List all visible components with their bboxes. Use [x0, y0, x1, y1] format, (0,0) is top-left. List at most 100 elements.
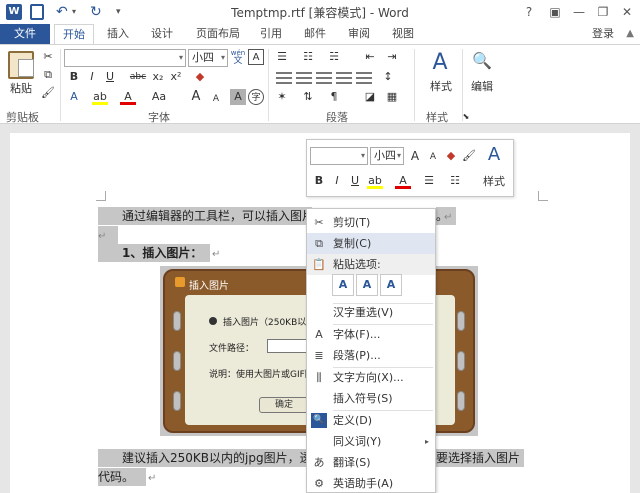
mini-grow-font-icon[interactable]: A: [407, 148, 423, 164]
find-icon[interactable]: 🔍: [470, 53, 494, 75]
collapse-ribbon-icon[interactable]: ▲: [626, 24, 634, 44]
bullets-icon[interactable]: ☰: [274, 49, 290, 65]
paste-icon[interactable]: [8, 51, 34, 79]
grow-font-button[interactable]: A: [188, 89, 204, 105]
change-case-button[interactable]: Aa: [148, 89, 170, 105]
mini-bullets-icon[interactable]: ☰: [421, 173, 437, 189]
para-mark: ↵: [444, 212, 453, 223]
mini-underline-button[interactable]: U: [347, 173, 363, 189]
doc-empty-line[interactable]: ↵: [98, 226, 118, 244]
char-border-icon[interactable]: A: [248, 49, 264, 65]
cut-icon[interactable]: ✂: [40, 49, 56, 65]
mini-bold-button[interactable]: B: [311, 173, 327, 189]
mini-font-size-combo[interactable]: 小四 ▾: [370, 147, 404, 165]
editing-button[interactable]: 编辑: [466, 79, 498, 95]
align-center-icon[interactable]: [296, 72, 312, 84]
tab-page-layout[interactable]: 页面布局: [190, 24, 246, 44]
borders-icon[interactable]: ▦: [384, 89, 400, 105]
shading-icon[interactable]: ◪: [362, 89, 378, 105]
mini-numbering-icon[interactable]: ☷: [447, 173, 463, 189]
paste-keep-source-icon[interactable]: A: [332, 274, 354, 296]
styles-icon[interactable]: A: [428, 51, 452, 75]
text-effects-icon[interactable]: A: [66, 89, 82, 105]
chinese-layout-icon[interactable]: ✶: [274, 89, 290, 105]
menu-item-translate[interactable]: あ 翻译(S): [307, 452, 435, 473]
copy-icon[interactable]: ⧉: [40, 67, 56, 83]
menu-item-define[interactable]: 🔍 定义(D): [307, 410, 435, 431]
login-link[interactable]: 登录: [592, 24, 614, 44]
superscript-button[interactable]: x²: [168, 69, 184, 85]
mini-font-color-icon[interactable]: A: [395, 173, 411, 189]
restore-button[interactable]: ❐: [592, 3, 614, 21]
menu-item-font[interactable]: A 字体(F)...: [307, 324, 435, 345]
underline-button[interactable]: U: [102, 69, 118, 85]
minimize-button[interactable]: —: [568, 3, 590, 21]
decrease-indent-icon[interactable]: ⇤: [362, 49, 378, 65]
tab-view[interactable]: 视图: [386, 24, 420, 44]
doc-heading[interactable]: 1、插入图片：: [98, 244, 210, 262]
doc-line-3-tail[interactable]: 要选择插入图片: [436, 449, 524, 467]
paste-button[interactable]: 粘贴: [6, 81, 36, 97]
tab-file[interactable]: 文件: [0, 24, 50, 44]
bold-button[interactable]: B: [66, 69, 82, 85]
mini-font-name-combo[interactable]: ▾: [310, 147, 368, 165]
subscript-button[interactable]: x₂: [150, 69, 166, 85]
shrink-font-button[interactable]: A: [208, 91, 224, 107]
menu-item-insert-symbol[interactable]: 插入符号(S): [307, 388, 435, 409]
font-size-combo[interactable]: 小四 ▾: [188, 49, 228, 67]
tab-home[interactable]: 开始: [54, 24, 94, 44]
italic-button[interactable]: I: [84, 69, 100, 85]
increase-indent-icon[interactable]: ⇥: [384, 49, 400, 65]
ribbon-display-options-icon[interactable]: ▣: [544, 3, 566, 21]
phonetic-guide-icon[interactable]: wén 文: [230, 49, 246, 66]
font-name-combo[interactable]: ▾: [64, 49, 186, 67]
clear-formatting-icon[interactable]: ◆: [192, 69, 208, 85]
numbering-icon[interactable]: ☷: [300, 49, 316, 65]
close-button[interactable]: ✕: [616, 3, 638, 21]
menu-item-text-direction[interactable]: ⫼ 文字方向(X)...: [307, 367, 435, 388]
char-shading-icon[interactable]: A: [230, 89, 246, 105]
line-spacing-icon[interactable]: ↕: [380, 69, 396, 85]
group-separator: [60, 49, 61, 121]
mini-format-painter-icon[interactable]: 🖌: [461, 148, 477, 164]
strikethrough-button[interactable]: abc: [128, 69, 148, 85]
mini-highlight-icon[interactable]: ab: [367, 173, 383, 189]
paste-text-only-icon[interactable]: A: [380, 274, 402, 296]
picture-path-label: 文件路径：: [209, 344, 255, 354]
menu-item-reconvert[interactable]: 汉字重选(V): [307, 302, 435, 323]
styles-launcher-icon[interactable]: ⬊: [458, 109, 474, 125]
mini-shrink-font-icon[interactable]: A: [425, 149, 441, 165]
align-right-icon[interactable]: [316, 72, 332, 84]
format-painter-icon[interactable]: 🖌: [40, 85, 56, 101]
sort-icon[interactable]: ⇅: [300, 89, 316, 105]
menu-item-english-assistant[interactable]: ⚙ 英语助手(A): [307, 473, 435, 493]
tab-design[interactable]: 设计: [144, 24, 180, 44]
help-button[interactable]: ?: [518, 3, 540, 21]
enclose-char-icon[interactable]: 字: [248, 89, 264, 105]
doc-line-4[interactable]: 代码。: [98, 468, 146, 486]
mini-styles-label[interactable]: 样式: [479, 174, 509, 190]
menu-item-copy[interactable]: ⧉ 复制(C): [307, 233, 435, 254]
show-marks-icon[interactable]: ¶: [326, 89, 342, 105]
tab-review[interactable]: 审阅: [342, 24, 376, 44]
font-color-icon[interactable]: A: [120, 89, 136, 105]
tab-insert[interactable]: 插入: [100, 24, 136, 44]
tab-references[interactable]: 引用: [254, 24, 288, 44]
align-left-icon[interactable]: [276, 72, 292, 84]
group-separator: [268, 49, 269, 121]
mini-clear-format-icon[interactable]: ◆: [443, 148, 459, 164]
doc-line-3[interactable]: 建议插入250KB以内的jpg图片，透: [98, 449, 312, 467]
menu-item-paragraph[interactable]: ≣ 段落(P)...: [307, 345, 435, 366]
multilevel-list-icon[interactable]: ☵: [326, 49, 342, 65]
menu-item-synonyms[interactable]: 同义词(Y) ▸: [307, 431, 435, 452]
styles-button[interactable]: 样式: [426, 79, 456, 95]
mini-styles-icon[interactable]: A: [483, 144, 505, 166]
menu-item-cut[interactable]: ✂ 剪切(T): [307, 212, 435, 233]
doc-line-1[interactable]: 通过编辑器的工具栏，可以插入图片: [98, 207, 314, 225]
paste-merge-format-icon[interactable]: A: [356, 274, 378, 296]
tab-mailings[interactable]: 邮件: [298, 24, 332, 44]
mini-italic-button[interactable]: I: [329, 173, 345, 189]
distributed-icon[interactable]: [356, 72, 372, 84]
justify-icon[interactable]: [336, 72, 352, 84]
highlight-icon[interactable]: ab: [92, 89, 108, 105]
